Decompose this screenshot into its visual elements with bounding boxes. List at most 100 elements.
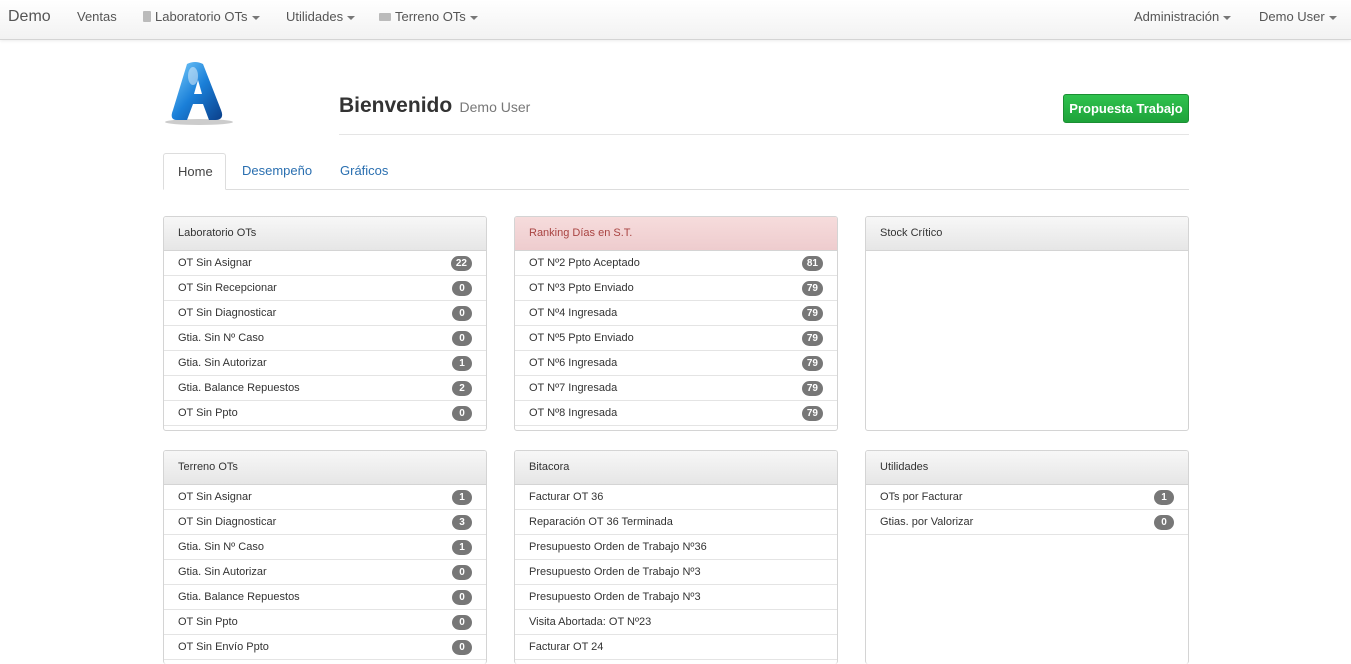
- row-label: Gtia. Sin Nº Caso: [178, 332, 264, 344]
- list-item[interactable]: OT Nº8 Ingresada 79: [515, 401, 837, 426]
- row-label: OT Sin Envío Ppto: [178, 641, 269, 653]
- row-label: Visita Abortada: OT Nº23: [529, 616, 652, 628]
- list-item[interactable]: OT Sin Diagnosticar 0: [164, 301, 486, 326]
- list-item[interactable]: OT Nº6 Ingresada 79: [515, 351, 837, 376]
- list-item[interactable]: OT Sin Ppto 0: [164, 610, 486, 635]
- nav-laboratorio-label: Laboratorio OTs: [155, 9, 248, 24]
- list-item[interactable]: Presupuesto Orden de Trabajo Nº36: [515, 535, 837, 560]
- list-item[interactable]: Facturar OT 36: [515, 485, 837, 510]
- panel-ranking-dias: Ranking Días en S.T. OT Nº2 Ppto Aceptad…: [514, 216, 838, 431]
- nav-utilidades-dropdown[interactable]: Utilidades: [286, 9, 356, 24]
- count-badge: 79: [801, 380, 823, 396]
- row-label: OT Sin Asignar: [178, 491, 252, 503]
- nav-utilidades-label: Utilidades: [286, 9, 344, 24]
- list-item[interactable]: OT Nº7 Ingresada 79: [515, 376, 837, 401]
- list-item[interactable]: OT Sin Ppto 0: [164, 401, 486, 426]
- nav-user-dropdown[interactable]: Demo User: [1259, 9, 1337, 24]
- list-item[interactable]: Gtias. por Valorizar 0: [866, 510, 1188, 535]
- lab-icon: [143, 11, 151, 22]
- row-label: Reparación OT 36 Terminada: [529, 516, 673, 528]
- count-badge: 81: [801, 255, 823, 271]
- list-item[interactable]: OT Nº2 Ppto Aceptado 81: [515, 251, 837, 276]
- row-label: OT Nº6 Ingresada: [529, 357, 618, 369]
- list-item[interactable]: Gtia. Balance Repuestos 0: [164, 585, 486, 610]
- list-item[interactable]: Visita Abortada: OT Nº23: [515, 610, 837, 635]
- row-label: Gtia. Balance Repuestos: [178, 382, 300, 394]
- company-logo: [165, 62, 233, 125]
- nav-administracion-dropdown[interactable]: Administración: [1134, 9, 1232, 24]
- row-label: Gtia. Sin Nº Caso: [178, 541, 264, 553]
- list-item[interactable]: OT Sin Recepcionar 0: [164, 276, 486, 301]
- panel-terreno-ots: Terreno OTs OT Sin Asignar 1 OT Sin Diagn…: [163, 450, 487, 664]
- list-item[interactable]: Gtia. Sin Autorizar 1: [164, 351, 486, 376]
- list-item[interactable]: OT Nº3 Ppto Enviado 79: [515, 276, 837, 301]
- panel-stock-critico: Stock Crítico: [865, 216, 1189, 431]
- row-label: OT Nº4 Ingresada: [529, 307, 618, 319]
- caret-down-icon: [347, 15, 356, 20]
- list-item[interactable]: OT Nº5 Ppto Enviado 79: [515, 326, 837, 351]
- list-item[interactable]: Gtia. Sin Autorizar 0: [164, 560, 486, 585]
- panel-title: Laboratorio OTs: [164, 217, 486, 251]
- count-badge: 0: [452, 639, 472, 655]
- row-label: Gtia. Sin Autorizar: [178, 357, 267, 369]
- panel-title: Bitacora: [515, 451, 837, 485]
- welcome-text: Bienvenido: [339, 94, 453, 117]
- count-badge: 79: [801, 330, 823, 346]
- list-item[interactable]: Presupuesto Orden de Trabajo Nº3: [515, 560, 837, 585]
- brand-link[interactable]: Demo: [8, 8, 51, 26]
- list-item[interactable]: Gtia. Sin Nº Caso 0: [164, 326, 486, 351]
- count-badge: 1: [452, 539, 472, 555]
- row-label: Gtia. Sin Autorizar: [178, 566, 267, 578]
- list-item[interactable]: OT Sin Asignar 1: [164, 485, 486, 510]
- row-label: OT Nº3 Ppto Enviado: [529, 282, 634, 294]
- row-label: Facturar OT 24: [529, 641, 604, 653]
- header-divider: [339, 134, 1189, 135]
- count-badge: 1: [1154, 489, 1174, 505]
- tab-graficos[interactable]: Gráficos: [326, 153, 402, 189]
- row-label: Facturar OT 36: [529, 491, 604, 503]
- nav-laboratorio-dropdown[interactable]: Laboratorio OTs: [143, 9, 260, 24]
- panel-laboratorio-ots: Laboratorio OTs OT Sin Asignar 22 OT Sin …: [163, 216, 487, 431]
- count-badge: 1: [452, 489, 472, 505]
- count-badge: 0: [452, 330, 472, 346]
- nav-terreno-label: Terreno OTs: [395, 9, 466, 24]
- caret-down-icon: [1223, 15, 1232, 20]
- count-badge: 0: [452, 305, 472, 321]
- list-item[interactable]: Facturar OT 24: [515, 635, 837, 660]
- tab-desempeno[interactable]: Desempeño: [228, 153, 326, 189]
- tabs-divider: [163, 189, 1189, 190]
- count-badge: 0: [452, 564, 472, 580]
- row-label: OT Nº2 Ppto Aceptado: [529, 257, 640, 269]
- row-label: OT Nº8 Ingresada: [529, 407, 618, 419]
- row-label: OTs por Facturar: [880, 491, 963, 503]
- row-label: OT Nº7 Ingresada: [529, 382, 618, 394]
- count-badge: 2: [452, 380, 472, 396]
- list-item[interactable]: OTs por Facturar 1: [866, 485, 1188, 510]
- caret-down-icon: [251, 15, 260, 20]
- list-item[interactable]: Presupuesto Orden de Trabajo Nº3: [515, 585, 837, 610]
- count-badge: 3: [452, 514, 472, 530]
- nav-ventas[interactable]: Ventas: [77, 9, 117, 24]
- row-label: OT Sin Diagnosticar: [178, 307, 277, 319]
- list-item[interactable]: Gtia. Balance Repuestos 2: [164, 376, 486, 401]
- row-label: OT Sin Diagnosticar: [178, 516, 277, 528]
- panel-title: Stock Crítico: [866, 217, 1188, 251]
- list-item[interactable]: OT Sin Envío Ppto 0: [164, 635, 486, 660]
- row-label: OT Sin Ppto: [178, 616, 238, 628]
- panel-title: Terreno OTs: [164, 451, 486, 485]
- tab-home[interactable]: Home: [163, 153, 226, 190]
- list-item[interactable]: OT Sin Diagnosticar 3: [164, 510, 486, 535]
- row-label: Presupuesto Orden de Trabajo Nº3: [529, 566, 701, 578]
- count-badge: 0: [452, 405, 472, 421]
- list-item[interactable]: OT Nº4 Ingresada 79: [515, 301, 837, 326]
- list-item[interactable]: OT Sin Asignar 22: [164, 251, 486, 276]
- list-item[interactable]: Reparación OT 36 Terminada: [515, 510, 837, 535]
- propuesta-trabajo-button[interactable]: Propuesta Trabajo: [1063, 94, 1189, 123]
- list-item[interactable]: Gtia. Sin Nº Caso 1: [164, 535, 486, 560]
- nav-administracion-label: Administración: [1134, 9, 1220, 24]
- count-badge: 1: [452, 355, 472, 371]
- count-badge: 0: [452, 589, 472, 605]
- count-badge: 79: [801, 405, 823, 421]
- row-label: Gtias. por Valorizar: [880, 516, 974, 528]
- nav-terreno-dropdown[interactable]: Terreno OTs: [379, 9, 478, 24]
